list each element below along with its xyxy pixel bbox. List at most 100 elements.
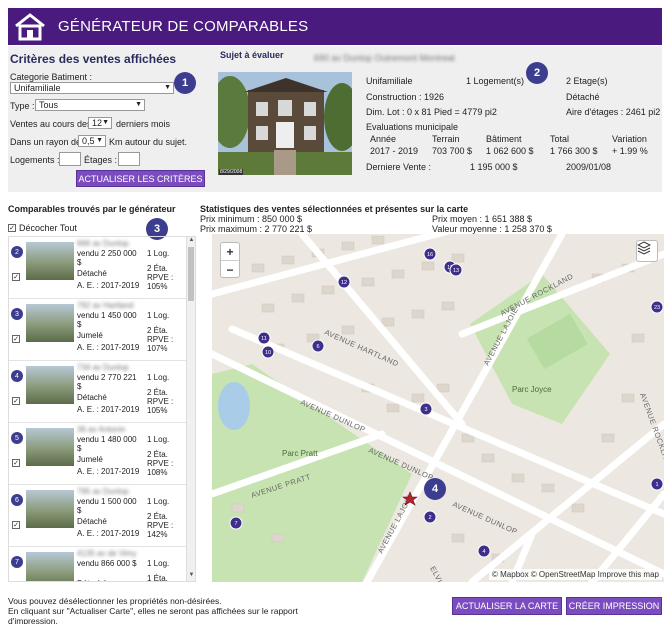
footer-line-2: En cliquant sur "Actualiser Carte", elle… — [8, 606, 298, 616]
comparable-checkbox[interactable]: ✓ — [12, 397, 20, 405]
comparable-eval: A. E. : 2017-2019 — [77, 343, 140, 352]
zoom-control[interactable]: + − — [220, 242, 240, 278]
last-sale-price: 1 195 000 $ — [470, 162, 518, 172]
comparable-item[interactable]: 6 ✓ 795 av Dunlop vendu 1 500 000 $ Détaché A… — [9, 485, 195, 547]
map-marker[interactable]: 6 — [311, 339, 325, 353]
map-marker-label: 2 — [428, 515, 431, 521]
radius-prefix: Dans un rayon de — [10, 137, 82, 147]
map-attribution[interactable]: © Mapbox © OpenStreetMap Improve this ma… — [489, 569, 662, 580]
etages-input[interactable] — [118, 152, 140, 166]
map-marker[interactable]: 23 — [650, 300, 664, 314]
comparable-checkbox[interactable]: ✓ — [12, 335, 20, 343]
app-title: GÉNÉRATEUR DE COMPARABLES — [58, 18, 309, 35]
comparable-checkbox[interactable]: ✓ — [12, 521, 20, 529]
type-value: Tous — [39, 100, 59, 110]
comparable-logements: 1 Log. — [147, 373, 170, 382]
layers-button[interactable] — [636, 240, 658, 262]
map-marker-label: 1 — [655, 482, 658, 488]
comparable-photo — [26, 552, 74, 581]
map-marker-label: 12 — [341, 280, 347, 286]
scrollbar-thumb[interactable] — [188, 247, 194, 301]
zoom-out-button[interactable]: − — [221, 261, 239, 279]
months-select[interactable]: 12 ▼ — [88, 117, 112, 129]
comparable-item[interactable]: 7✓4135 av de Vimyvendu 866 000 $Détaché1… — [9, 547, 195, 582]
map-marker[interactable]: 16 — [423, 247, 437, 261]
comparable-item[interactable]: 3 ✓ 792 av Hartland vendu 1 450 000 $ Jumelé… — [9, 299, 195, 361]
footer-note: Vous pouvez désélectionner les propriété… — [8, 596, 308, 624]
checkbox-checked-icon[interactable]: ✓ — [8, 224, 16, 232]
comparable-type: Jumelé — [77, 331, 103, 340]
stat-max: Prix maximum : 2 770 221 $ — [200, 224, 313, 234]
type-label: Type : — [10, 101, 35, 111]
map-marker[interactable]: 3 — [419, 402, 433, 416]
category-select[interactable]: Unifamiliale ▼ — [10, 82, 174, 94]
update-map-button[interactable]: ACTUALISER LA CARTE — [452, 597, 562, 615]
house-icon — [8, 8, 52, 45]
update-criteria-button[interactable]: ACTUALISER LES CRITÈRES — [76, 170, 205, 187]
comparable-item[interactable]: 2 ✓ 666 av Dunlop vendu 2 250 000 $ Détaché A… — [9, 237, 195, 299]
subject-type: Détaché — [566, 92, 600, 102]
eval-land: 703 700 $ — [432, 146, 473, 156]
map-marker-label: 10 — [265, 350, 271, 356]
comparable-eval: A. E. : 2017-2019 — [77, 281, 140, 290]
comparable-item[interactable]: 4 ✓ 734 av Dunlop vendu 2 770 221 $ Détaché A… — [9, 361, 195, 423]
badge-4: 4 — [424, 478, 446, 500]
radius-select[interactable]: 0,5 ▼ — [78, 135, 106, 147]
stat-min: Prix minimum : 850 000 $ — [200, 214, 303, 224]
comparable-sold-price: vendu 1 480 000 $ — [77, 435, 137, 453]
scrollbar[interactable]: ▲ ▼ — [186, 237, 195, 581]
chevron-down-icon: ▼ — [164, 84, 171, 91]
comparable-number: 4 — [11, 370, 23, 382]
criteria-title: Critères des ventes affichées — [10, 52, 177, 66]
comparable-logements: 1 Log. — [147, 249, 170, 258]
stat-avg: Prix moyen : 1 651 388 $ — [432, 214, 533, 224]
comparable-photo — [26, 366, 74, 404]
comparable-item[interactable]: 5 ✓ 36 av Antonin vendu 1 480 000 $ Jumelé A.… — [9, 423, 195, 485]
logements-input[interactable] — [59, 152, 81, 166]
map-marker-label: 3 — [424, 407, 427, 413]
scroll-up-icon[interactable]: ▲ — [187, 237, 195, 246]
comparable-photo — [26, 242, 74, 280]
comparable-type: Détaché — [77, 393, 107, 402]
uncheck-all[interactable]: ✓ Décocher Tout — [8, 223, 77, 233]
subject-lot: Dim. Lot : 0 x 81 Pied = 4779 pi2 — [366, 107, 497, 117]
comparable-number: 3 — [11, 308, 23, 320]
comparable-eval: A. E. : 2017-2019 — [77, 529, 140, 538]
category-value: Unifamiliale — [14, 83, 61, 93]
map-marker-label: 4 — [482, 549, 485, 555]
zoom-in-button[interactable]: + — [221, 243, 239, 261]
map-marker[interactable]: 12 — [337, 275, 351, 289]
map-marker-label: 11 — [261, 336, 267, 342]
map-marker[interactable]: 7 — [229, 516, 243, 530]
scroll-down-icon[interactable]: ▼ — [187, 572, 195, 581]
comparable-number: 2 — [11, 246, 23, 258]
map-marker[interactable]: 13 — [449, 263, 463, 277]
type-select[interactable]: Tous ▼ — [35, 99, 145, 111]
comparable-address: 734 av Dunlop — [77, 363, 129, 372]
eval-header-total: Total — [550, 134, 570, 144]
map-marker[interactable]: 10 — [261, 345, 275, 359]
chevron-down-icon: ▼ — [102, 119, 109, 126]
map-marker[interactable]: 11 — [257, 331, 271, 345]
months-prefix: Ventes au cours des — [10, 119, 92, 129]
comparable-type: Détaché — [77, 579, 107, 581]
months-value: 12 — [92, 118, 103, 128]
footer-line-3: d'impression. — [8, 616, 58, 624]
map-marker[interactable]: 4 — [477, 544, 491, 558]
map-marker[interactable]: 1 — [650, 477, 664, 491]
comparable-checkbox[interactable]: ✓ — [12, 459, 20, 467]
comparable-address: 4135 av de Vimy — [77, 549, 137, 558]
eval-header-year: Année — [370, 134, 397, 144]
map-marker-label: 7 — [234, 521, 237, 527]
comparable-etages-value: 1 Éta. — [147, 574, 168, 582]
create-print-button[interactable]: CRÉER IMPRESSION — [566, 597, 662, 615]
comparable-sold-price: vendu 2 770 221 $ — [77, 373, 137, 391]
eval-header-building: Bâtiment — [486, 134, 522, 144]
badge-2: 2 — [526, 62, 548, 84]
uncheck-all-label: Décocher Tout — [19, 223, 77, 233]
map-marker[interactable]: 2 — [423, 510, 437, 524]
eval-title: Evaluations municipale — [366, 122, 459, 132]
comparable-checkbox[interactable]: ✓ — [12, 273, 20, 281]
comparables-list[interactable]: 2 ✓ 666 av Dunlop vendu 2 250 000 $ Détaché A… — [8, 236, 196, 582]
map[interactable]: AVENUE HARTLAND AVENUE DUNLOP AVENUE DUN… — [212, 234, 664, 582]
